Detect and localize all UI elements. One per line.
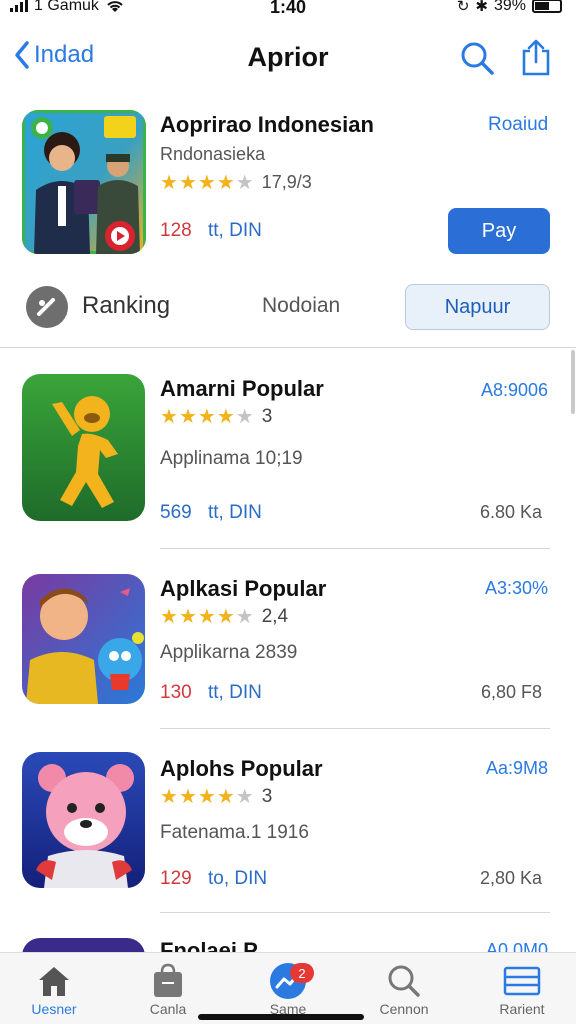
list-item[interactable]: Aplohs Popular ★ ★ ★ ★ ★ 3 Fatenama.1 1916 1… bbox=[0, 752, 576, 922]
featured-app-name: Aoprirao Indonesian bbox=[160, 112, 374, 137]
app-icon-aplohs[interactable] bbox=[22, 752, 145, 888]
app-name: Aplohs Popular bbox=[160, 756, 323, 781]
ranking-label: Ranking bbox=[82, 292, 171, 319]
featured-rating: ★ ★ ★ ★ ★ 17,9/3 bbox=[160, 172, 312, 193]
pay-button[interactable]: Pay bbox=[448, 208, 550, 254]
featured-price: 128 bbox=[160, 220, 192, 241]
list-item[interactable]: Amarni Popular ★ ★ ★ ★ ★ 3 Applinama 10;19 5… bbox=[0, 372, 576, 549]
tab-label: Rarient bbox=[499, 1001, 545, 1017]
tab-label: Uesner bbox=[31, 1001, 77, 1017]
app-name: Aplkasi Popular bbox=[160, 576, 327, 601]
app-rating-count: 3 bbox=[261, 786, 273, 807]
featured-rating-count: 17,9/3 bbox=[261, 172, 312, 192]
featured-app-subtitle: Rndonasieka bbox=[160, 144, 266, 164]
ranking-bar: Ranking Nodoian Napuur bbox=[0, 284, 576, 334]
battery-icon bbox=[532, 0, 562, 13]
app-icon-aplkasi[interactable] bbox=[22, 574, 145, 704]
star-rating-icon: ★ ★ ★ ★ ★ bbox=[160, 786, 254, 808]
app-link[interactable]: Aa:9M8 bbox=[486, 758, 548, 779]
home-indicator bbox=[198, 1014, 364, 1020]
orientation-lock-icon: ↻ bbox=[456, 0, 470, 15]
featured-app-icon[interactable] bbox=[22, 110, 146, 254]
app-description: Applinama 10;19 bbox=[160, 448, 303, 469]
row-divider bbox=[160, 728, 550, 729]
home-icon bbox=[39, 967, 69, 996]
featured-link[interactable]: Roaiud bbox=[488, 114, 548, 136]
app-price: 569 bbox=[160, 502, 192, 523]
ranking-icon bbox=[26, 286, 68, 328]
bluetooth-icon: ✱ bbox=[475, 0, 488, 15]
status-right: ↻ ✱ 39% bbox=[457, 0, 562, 15]
tab-rarient[interactable]: Rarient bbox=[474, 961, 570, 1017]
app-description: Fatenama.1 1916 bbox=[160, 822, 309, 843]
napuur-button[interactable]: Napuur bbox=[405, 284, 550, 330]
app-size: 2,80 Ka bbox=[479, 868, 542, 888]
search-button[interactable] bbox=[459, 40, 495, 81]
section-divider bbox=[0, 347, 576, 348]
app-currency: tt, DIN bbox=[208, 682, 262, 703]
tab-canla[interactable]: Canla bbox=[120, 961, 216, 1017]
app-size: 6.80 Ka bbox=[479, 502, 542, 522]
featured-currency: tt, DIN bbox=[208, 220, 262, 241]
app-icon-amarni[interactable] bbox=[22, 374, 145, 521]
app-rating: ★ ★ ★ ★ ★ 3 bbox=[160, 786, 272, 808]
app-name: Amarni Popular bbox=[160, 376, 324, 401]
row-divider bbox=[160, 548, 550, 549]
tab-same[interactable]: 2 Same bbox=[240, 961, 336, 1017]
star-rating-icon: ★ ★ ★ ★ ★ bbox=[160, 606, 254, 628]
app-price: 129 bbox=[160, 868, 192, 889]
battery-percent: 39% bbox=[493, 0, 526, 14]
row-divider bbox=[160, 912, 550, 913]
featured-app[interactable]: Aoprirao Indonesian Rndonasieka ★ ★ ★ ★ ★ 17… bbox=[0, 108, 576, 268]
app-rating-count: 3 bbox=[261, 406, 273, 427]
star-rating-icon: ★ ★ ★ ★ ★ bbox=[160, 406, 254, 428]
app-currency: to, DIN bbox=[208, 868, 268, 889]
app-link[interactable]: A8:9006 bbox=[481, 380, 548, 401]
app-price: 130 bbox=[160, 682, 192, 703]
tab-nodoian[interactable]: Nodoian bbox=[262, 294, 340, 318]
app-rating-count: 2,4 bbox=[261, 606, 289, 627]
app-link[interactable]: A3:30% bbox=[485, 578, 548, 599]
tab-label: Cennon bbox=[379, 1001, 429, 1017]
list-icon bbox=[503, 966, 541, 996]
share-icon bbox=[522, 39, 550, 76]
navigation-bar: Indad Aprior bbox=[0, 36, 576, 86]
tab-home[interactable]: Uesner bbox=[6, 961, 102, 1017]
star-rating-icon: ★ ★ ★ ★ ★ bbox=[160, 171, 254, 194]
app-currency: tt, DIN bbox=[208, 502, 262, 523]
search-icon bbox=[461, 42, 494, 75]
app-rating: ★ ★ ★ ★ ★ 2,4 bbox=[160, 606, 288, 628]
scroll-indicator[interactable] bbox=[571, 350, 575, 414]
status-bar: 1 Gamuk 1:40 ↻ ✱ 39% bbox=[0, 0, 576, 22]
search-icon bbox=[388, 965, 420, 997]
app-size: 6,80 F8 bbox=[480, 682, 542, 702]
app-description: Applikarna 2839 bbox=[160, 642, 298, 663]
bag-icon bbox=[154, 963, 182, 997]
list-item[interactable]: Aplkasi Popular ★ ★ ★ ★ ★ 2,4 Applikarna 283… bbox=[0, 572, 576, 742]
app-rating: ★ ★ ★ ★ ★ 3 bbox=[160, 406, 272, 428]
share-button[interactable] bbox=[520, 38, 552, 81]
notification-badge: 2 bbox=[290, 963, 314, 983]
tab-cennon[interactable]: Cennon bbox=[356, 961, 452, 1017]
